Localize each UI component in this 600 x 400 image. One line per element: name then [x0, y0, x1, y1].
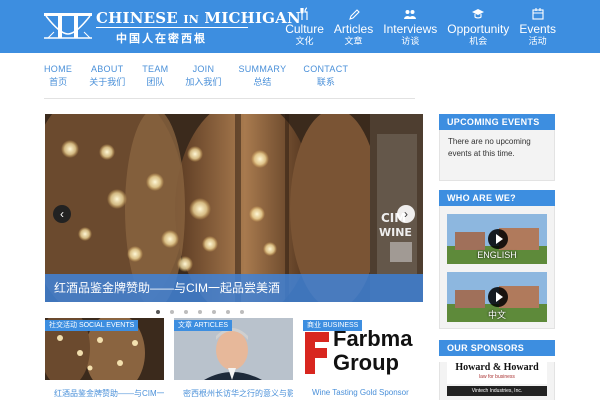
article-card[interactable]: 社交活动 SOCIAL EVENTS 红酒品鉴金牌赞助——与CIM一起品尝 — [45, 318, 164, 400]
logo-subtitle: 中国人在密西根 — [116, 33, 207, 45]
article-card[interactable]: 文章 ARTICLES 密西根州长访华之行的意义与影响 — [174, 318, 293, 400]
nav-events[interactable]: Events 活动 — [519, 7, 556, 47]
subnav-contact-label-zh: 联系 — [316, 77, 335, 87]
subnav-home[interactable]: HOME 首页 — [44, 64, 72, 88]
bridge-logo-icon — [44, 13, 92, 39]
slide-caption[interactable]: 红酒品鉴金牌赞助——与CIM一起品尝美酒 — [45, 274, 423, 302]
secondary-navigation: HOME 首页 ABOUT 关于我们 TEAM 团队 JOIN 加入我们 SUMMARY… — [44, 64, 348, 88]
subnav-about-label: ABOUT — [90, 64, 124, 74]
sponsor-howard-howard[interactable]: Howard & Howard law for business — [447, 362, 547, 384]
subnav-summary-label: SUMMARY — [238, 64, 287, 74]
card-category-tag[interactable]: 社交活动 SOCIAL EVENTS — [45, 320, 139, 331]
sponsors-widget: OUR SPONSORS Howard & Howard law for bus… — [439, 340, 555, 400]
nav-culture[interactable]: Culture 文化 — [285, 7, 324, 47]
main-navigation: Culture 文化 Articles 文章 Interviews 访谈 Opp… — [285, 7, 556, 47]
slider-dot[interactable] — [184, 310, 188, 314]
pencil-icon — [348, 9, 360, 20]
widget-title: OUR SPONSORS — [439, 340, 555, 356]
top-header-bar: CHINESE IN MICHIGAN 中国人在密西根 Culture 文化 A… — [0, 0, 600, 53]
nav-articles-label-zh: 文章 — [344, 36, 363, 46]
card-title[interactable]: 密西根州长访华之行的意义与影响 — [183, 388, 293, 399]
subnav-join-label: JOIN — [192, 64, 215, 74]
svg-text:WINE: WINE — [379, 226, 412, 239]
slider-next-button[interactable]: › — [397, 205, 415, 223]
widget-body: Howard & Howard law for business Vintech… — [439, 362, 555, 400]
subnav-about[interactable]: ABOUT 关于我们 — [89, 64, 125, 88]
nav-interviews[interactable]: Interviews 访谈 — [383, 7, 437, 47]
card-title[interactable]: Wine Tasting Gold Sponsor — [312, 388, 409, 397]
subnav-contact[interactable]: CONTACT 联系 — [303, 64, 348, 88]
slider-prev-button[interactable]: ‹ — [53, 205, 71, 223]
sponsor-vintech[interactable]: Vintech Industries, Inc. — [447, 386, 547, 396]
subnav-team[interactable]: TEAM 团队 — [142, 64, 168, 88]
nav-articles[interactable]: Articles 文章 — [334, 7, 373, 47]
slider-dot[interactable] — [170, 310, 174, 314]
widget-body: ENGLISH 中文 — [439, 206, 555, 329]
sponsor-name: Howard & Howard — [455, 362, 539, 373]
upcoming-events-text: There are no upcoming events at this tim… — [448, 137, 531, 158]
article-card[interactable]: Farbma Group 商业 BUSINESS Wine Tasting Go… — [303, 318, 422, 400]
play-icon[interactable] — [488, 287, 508, 307]
subnav-join-label-zh: 加入我们 — [185, 77, 222, 87]
subnav-team-label: TEAM — [142, 64, 169, 74]
subnav-join[interactable]: JOIN 加入我们 — [185, 64, 221, 88]
play-icon[interactable] — [488, 229, 508, 249]
nav-events-label-zh: 活动 — [528, 36, 547, 46]
video-label: 中文 — [487, 310, 506, 320]
slider-dot[interactable] — [212, 310, 216, 314]
nav-interviews-label: Interviews — [383, 22, 438, 36]
graduation-cap-icon — [472, 9, 485, 19]
fork-knife-icon — [299, 7, 308, 20]
people-icon — [404, 10, 417, 19]
widget-title: UPCOMING EVENTS — [439, 114, 555, 130]
video-label: ENGLISH — [477, 250, 517, 260]
subnav-about-label-zh: 关于我们 — [89, 77, 126, 87]
slider-dot[interactable] — [198, 310, 202, 314]
subnav-summary[interactable]: SUMMARY 总结 — [238, 64, 286, 88]
video-chinese[interactable]: 中文 — [447, 272, 547, 322]
slider-dot[interactable] — [226, 310, 230, 314]
nav-articles-label: Articles — [333, 22, 374, 36]
site-logo[interactable]: CHINESE IN MICHIGAN 中国人在密西根 — [44, 8, 301, 46]
sponsor-tagline: law for business — [479, 374, 515, 380]
nav-culture-label: Culture — [285, 22, 324, 36]
subnav-summary-label-zh: 总结 — [253, 77, 272, 87]
nav-culture-label-zh: 文化 — [295, 36, 314, 46]
slider-dots — [156, 310, 244, 314]
video-english[interactable]: ENGLISH — [447, 214, 547, 264]
logo-title: CHINESE IN MICHIGAN — [96, 9, 301, 27]
widget-body: There are no upcoming events at this tim… — [439, 130, 555, 181]
card-title[interactable]: 红酒品鉴金牌赞助——与CIM一起品尝 — [54, 388, 164, 399]
card-category-tag[interactable]: 商业 BUSINESS — [303, 320, 363, 331]
upcoming-events-widget: UPCOMING EVENTS There are no upcoming ev… — [439, 114, 555, 181]
subnav-home-label: HOME — [44, 64, 73, 74]
nav-opportunity-label: Opportunity — [447, 22, 510, 36]
nav-opportunity[interactable]: Opportunity 机会 — [447, 7, 509, 47]
card-category-tag[interactable]: 文章 ARTICLES — [174, 320, 233, 331]
logo-divider — [96, 27, 248, 28]
nav-interviews-label-zh: 访谈 — [401, 36, 420, 46]
slider-dot[interactable] — [240, 310, 244, 314]
nav-events-label: Events — [519, 22, 556, 36]
subnav-home-label-zh: 首页 — [49, 77, 68, 87]
featured-slider[interactable]: CIM WINE ‹ › 红酒品鉴金牌赞助——与CIM一起品尝美酒 — [45, 114, 423, 302]
slider-dot[interactable] — [156, 310, 160, 314]
nav-divider — [44, 98, 415, 99]
subnav-team-label-zh: 团队 — [146, 77, 165, 87]
nav-opportunity-label-zh: 机会 — [469, 36, 488, 46]
subnav-contact-label: CONTACT — [303, 64, 349, 74]
sponsor-name-line-2: Group — [333, 350, 399, 375]
who-are-we-widget: WHO ARE WE? ENGLISH 中文 — [439, 190, 555, 329]
widget-title: WHO ARE WE? — [439, 190, 555, 206]
calendar-icon — [532, 8, 544, 20]
